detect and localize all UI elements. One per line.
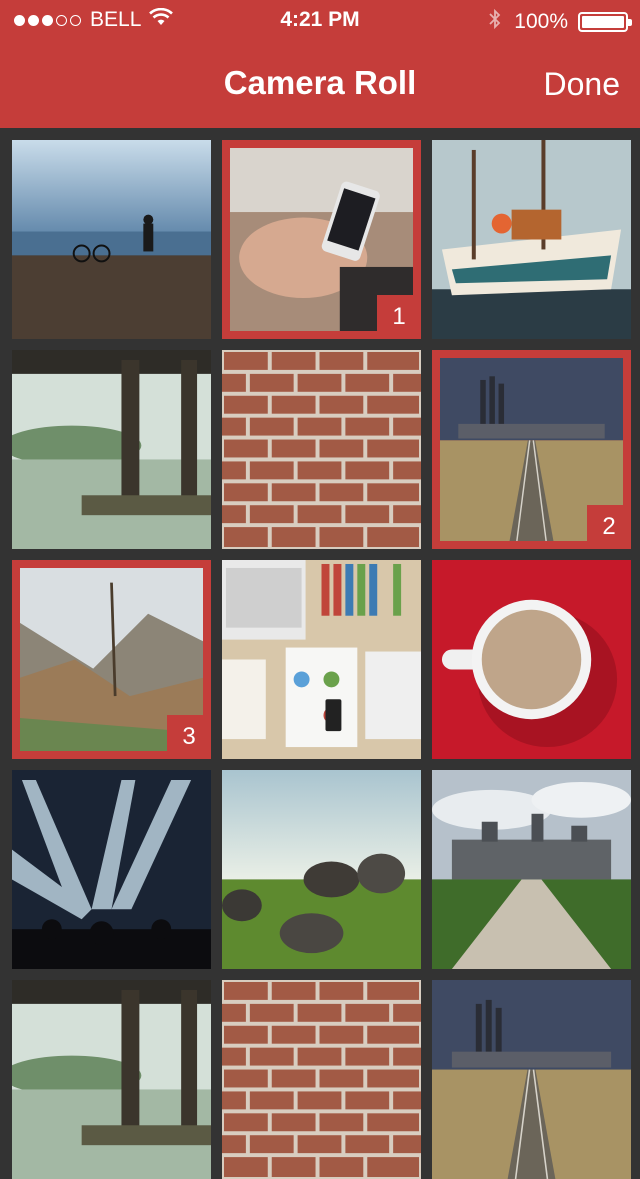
bluetooth-icon — [488, 8, 502, 36]
photo-thumbnail-chateau-road[interactable] — [432, 770, 631, 969]
photo-image — [12, 770, 211, 969]
selection-order-badge: 1 — [377, 295, 421, 339]
photo-thumbnail-brick-wall[interactable] — [222, 350, 421, 549]
photo-thumbnail-railway-night[interactable]: 2 — [432, 350, 631, 549]
photo-thumbnail-concert-lights[interactable] — [12, 770, 211, 969]
photo-image — [222, 770, 421, 969]
photo-image — [222, 350, 421, 549]
photo-image — [12, 140, 211, 339]
photo-thumbnail-field-boulders[interactable] — [222, 770, 421, 969]
photo-thumbnail-railway-night[interactable] — [432, 980, 631, 1179]
selection-order-badge: 3 — [167, 715, 211, 759]
photo-thumbnail-dock-misty-lake[interactable] — [12, 350, 211, 549]
photo-image — [432, 770, 631, 969]
photo-thumbnail-coffee-cup[interactable] — [432, 560, 631, 759]
photo-image — [432, 560, 631, 759]
photo-thumbnail-misty-forest[interactable]: 3 — [12, 560, 211, 759]
selection-order-badge: 2 — [587, 505, 631, 549]
photo-image — [222, 980, 421, 1179]
photo-thumbnail-brick-wall[interactable] — [222, 980, 421, 1179]
status-bar: BELL 4:21 PM 100% — [0, 0, 640, 40]
photo-thumbnail-dock-misty-lake[interactable] — [12, 980, 211, 1179]
battery-percent: 100% — [514, 10, 568, 33]
navigation-header: BELL 4:21 PM 100% Camera Roll Done — [0, 0, 640, 128]
photo-image — [12, 350, 211, 549]
done-button[interactable]: Done — [544, 66, 621, 103]
battery-icon — [578, 12, 632, 32]
photo-thumbnail-desk-laptop[interactable] — [222, 560, 421, 759]
photo-image — [222, 560, 421, 759]
photo-image — [432, 980, 631, 1179]
photo-image — [12, 980, 211, 1179]
photo-thumbnail-phone-in-hands[interactable]: 1 — [222, 140, 421, 339]
photo-thumbnail-sailing-ships[interactable] — [432, 140, 631, 339]
photo-image — [432, 140, 631, 339]
photo-thumbnail-lakeside-bicycle[interactable] — [12, 140, 211, 339]
status-right: 100% — [488, 8, 632, 36]
